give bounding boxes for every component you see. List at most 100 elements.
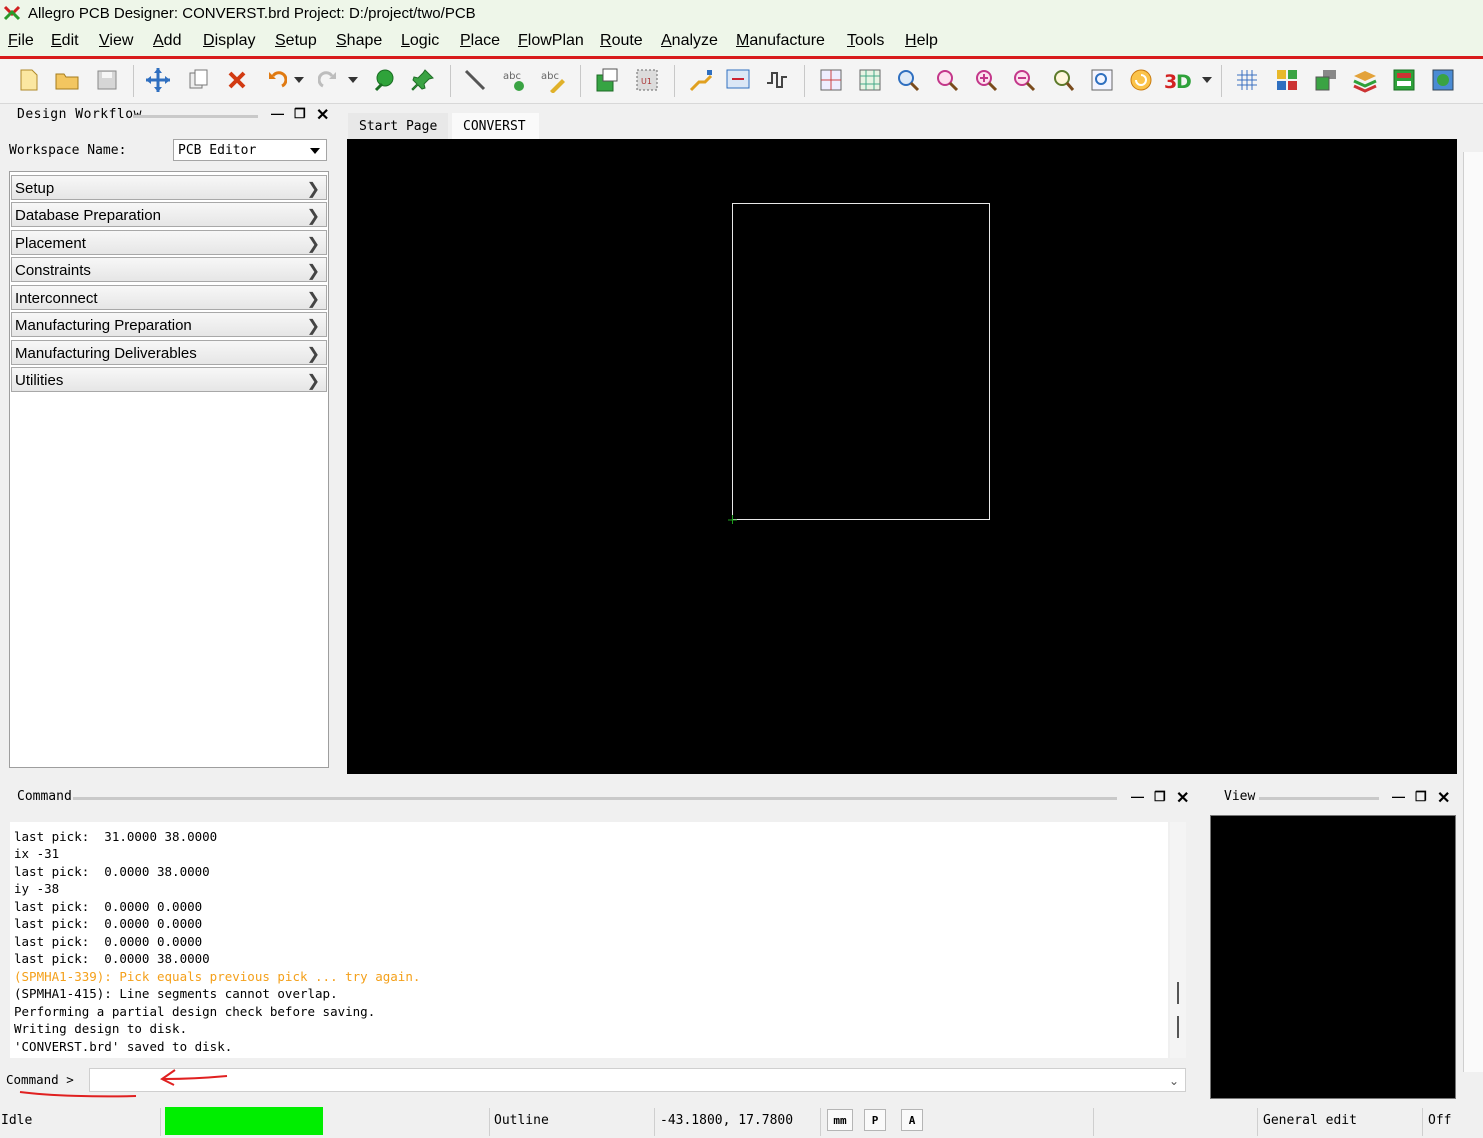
zoom-window-icon[interactable]	[893, 65, 923, 95]
delay-tune-icon[interactable]	[762, 65, 792, 95]
redo-icon[interactable]	[314, 65, 344, 95]
zoom-out-icon[interactable]	[1009, 65, 1039, 95]
layers-icon[interactable]	[1350, 65, 1380, 95]
zoom-in-icon[interactable]	[971, 65, 1001, 95]
workflow-item-manufacturing-deliverables[interactable]: Manufacturing Deliverables ❯	[11, 340, 327, 365]
workflow-item-database-preparation[interactable]: Database Preparation ❯	[11, 202, 327, 227]
place-component-icon[interactable]	[592, 65, 622, 95]
status-toggle[interactable]: Off	[1428, 1113, 1451, 1128]
save-icon[interactable]	[92, 65, 122, 95]
menu-edit[interactable]: Edit	[51, 32, 79, 50]
close-icon[interactable]: ✕	[1437, 788, 1450, 808]
zoom-select-icon[interactable]	[932, 65, 962, 95]
workflow-item-setup[interactable]: Setup ❯	[11, 175, 327, 200]
panel-grip[interactable]	[73, 797, 1117, 800]
annotation-marks	[19, 1069, 228, 1098]
close-icon[interactable]: ✕	[1176, 788, 1189, 808]
minimize-icon[interactable]: —	[1131, 789, 1144, 804]
command-output-line: last pick: 0.0000 0.0000	[14, 916, 203, 931]
workflow-list: Setup ❯ Database Preparation ❯ Placement ❯ …	[9, 171, 329, 768]
menu-view[interactable]: View	[99, 32, 133, 50]
place-u1-icon[interactable]: U1	[632, 65, 662, 95]
menu-setup[interactable]: Setup	[275, 32, 317, 50]
add-text-icon[interactable]: abc	[499, 65, 529, 95]
menu-analyze[interactable]: Analyze	[661, 32, 718, 50]
workflow-item-placement[interactable]: Placement ❯	[11, 230, 327, 255]
float-window-icon[interactable]: ❐	[1154, 789, 1166, 805]
command-output-line: last pick: 31.0000 38.0000	[14, 829, 218, 844]
float-window-icon[interactable]: ❐	[294, 106, 306, 122]
undo-icon[interactable]	[261, 65, 291, 95]
tab-start-page[interactable]: Start Page	[348, 113, 448, 139]
shadow-mode-icon[interactable]	[1311, 65, 1341, 95]
command-input[interactable]: ⌄	[89, 1068, 1186, 1092]
scroll-thumb[interactable]	[1177, 1016, 1179, 1038]
color-dialog-icon[interactable]	[1272, 65, 1302, 95]
zoom-fit-icon[interactable]	[855, 65, 885, 95]
connect-icon[interactable]	[686, 65, 716, 95]
svg-text:U1: U1	[641, 77, 652, 86]
zoom-grid-icon[interactable]	[816, 65, 846, 95]
3d-dropdown-icon[interactable]	[1197, 65, 1217, 95]
units-button[interactable]: mm	[827, 1109, 853, 1131]
menu-file[interactable]: File	[8, 32, 34, 50]
redo-dropdown-icon[interactable]	[343, 65, 363, 95]
command-output-line: (SPMHA1-415): Line segments cannot overl…	[14, 986, 338, 1001]
web-icon[interactable]	[1428, 65, 1458, 95]
float-window-icon[interactable]: ❐	[1415, 789, 1427, 805]
panel-grip[interactable]	[133, 115, 258, 118]
minimize-icon[interactable]: —	[1392, 789, 1405, 804]
workflow-item-interconnect[interactable]: Interconnect ❯	[11, 285, 327, 310]
chevron-down-icon[interactable]: ⌄	[1169, 1074, 1179, 1088]
done-icon[interactable]	[369, 65, 399, 95]
delete-icon[interactable]	[222, 65, 252, 95]
workspace-select-value: PCB Editor	[178, 143, 257, 158]
pick-button[interactable]: P	[864, 1109, 886, 1131]
3d-view-icon[interactable]: 3D	[1164, 65, 1194, 95]
workflow-item-utilities[interactable]: Utilities ❯	[11, 367, 327, 392]
design-canvas[interactable]	[347, 139, 1457, 774]
menu-tools[interactable]: Tools	[847, 32, 884, 50]
toolbar: abc abc U1 3D	[0, 59, 1483, 104]
edit-text-icon[interactable]: abc	[538, 65, 568, 95]
workflow-item-manufacturing-preparation[interactable]: Manufacturing Preparation ❯	[11, 312, 327, 337]
add-line-icon[interactable]	[460, 65, 490, 95]
open-folder-icon[interactable]	[52, 65, 82, 95]
undo-dropdown-icon[interactable]	[289, 65, 309, 95]
menu-add[interactable]: Add	[153, 32, 181, 50]
menu-display[interactable]: Display	[203, 32, 255, 50]
menu-shape[interactable]: Shape	[336, 32, 382, 50]
menu-route[interactable]: Route	[600, 32, 643, 50]
command-output-warning: (SPMHA1-339): Pick equals previous pick …	[14, 969, 421, 984]
tab-converst[interactable]: CONVERST	[452, 113, 539, 139]
workflow-item-constraints[interactable]: Constraints ❯	[11, 257, 327, 282]
slide-icon[interactable]	[723, 65, 753, 95]
new-file-icon[interactable]	[14, 65, 44, 95]
menu-manufacture[interactable]: Manufacture	[736, 32, 825, 50]
annotation-arrow	[163, 1075, 228, 1080]
menu-help[interactable]: Help	[905, 32, 938, 50]
minimize-icon[interactable]: —	[271, 106, 284, 121]
workspace-select[interactable]: PCB Editor	[173, 139, 327, 161]
title-bar: Allegro PCB Designer: CONVERST.brd Proje…	[0, 0, 1483, 27]
grid-toggle-icon[interactable]	[1232, 65, 1262, 95]
view-window-title: View	[1224, 789, 1256, 804]
board-outline	[732, 203, 990, 520]
menu-flowplan[interactable]: FlowPlan	[518, 32, 584, 50]
menu-place[interactable]: Place	[460, 32, 500, 50]
move-icon[interactable]	[143, 65, 173, 95]
menu-logic[interactable]: Logic	[401, 32, 439, 50]
absolute-button[interactable]: A	[901, 1109, 923, 1131]
pin-icon[interactable]	[408, 65, 438, 95]
copy-icon[interactable]	[184, 65, 214, 95]
origin-marker	[728, 515, 737, 524]
command-scrollbar[interactable]	[1170, 822, 1186, 1058]
panel-grip[interactable]	[1259, 797, 1379, 800]
zoom-world-icon[interactable]	[1087, 65, 1117, 95]
close-icon[interactable]: ✕	[316, 105, 329, 125]
redraw-icon[interactable]	[1126, 65, 1156, 95]
scroll-thumb[interactable]	[1177, 982, 1179, 1004]
constraint-manager-icon[interactable]	[1389, 65, 1419, 95]
world-view-canvas[interactable]	[1210, 815, 1456, 1099]
zoom-previous-icon[interactable]	[1048, 65, 1078, 95]
